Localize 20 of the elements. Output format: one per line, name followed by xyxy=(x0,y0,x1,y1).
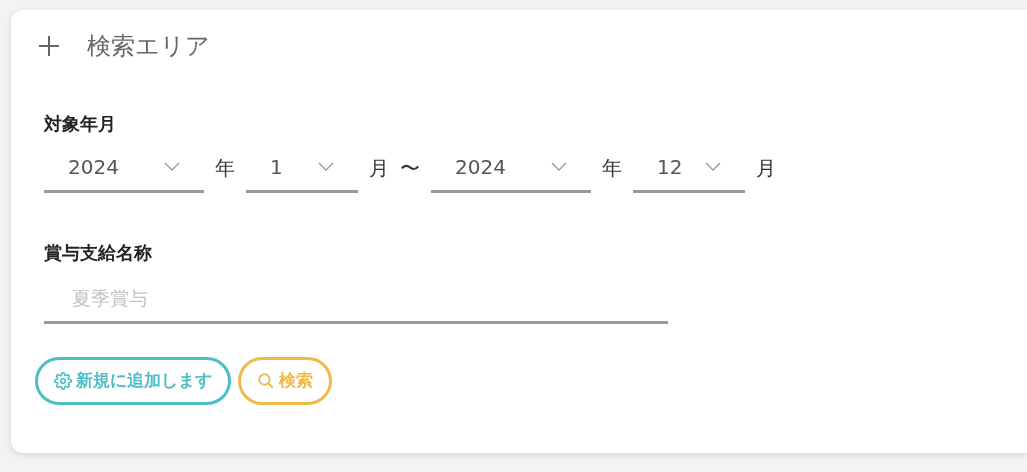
dropdown-select[interactable]: 1 xyxy=(246,135,358,193)
dropdown-select[interactable]: 2024 xyxy=(44,135,204,193)
settings-icon xyxy=(54,372,72,390)
field-label: 対象年月 xyxy=(44,112,117,136)
unit-label: 〜 xyxy=(400,155,420,182)
unit-label: 月 xyxy=(756,155,776,182)
unit-label: 年 xyxy=(215,155,235,182)
chevron-down-icon xyxy=(551,161,567,172)
chevron-down-icon xyxy=(705,161,721,172)
dropdown-select[interactable]: 2024 xyxy=(431,135,591,193)
field-label: 賞与支給名称 xyxy=(44,241,153,265)
plus-icon xyxy=(39,36,59,56)
unit-label: 年 xyxy=(602,155,622,182)
unit-label: 月 xyxy=(369,155,389,182)
input-field[interactable]: 夏季賞与 xyxy=(44,266,668,324)
panel-header[interactable]: 検索エリア xyxy=(39,28,210,64)
search-icon xyxy=(257,372,275,390)
dropdown-select[interactable]: 12 xyxy=(633,135,745,193)
chevron-down-icon xyxy=(164,161,180,172)
chevron-down-icon xyxy=(318,161,334,172)
